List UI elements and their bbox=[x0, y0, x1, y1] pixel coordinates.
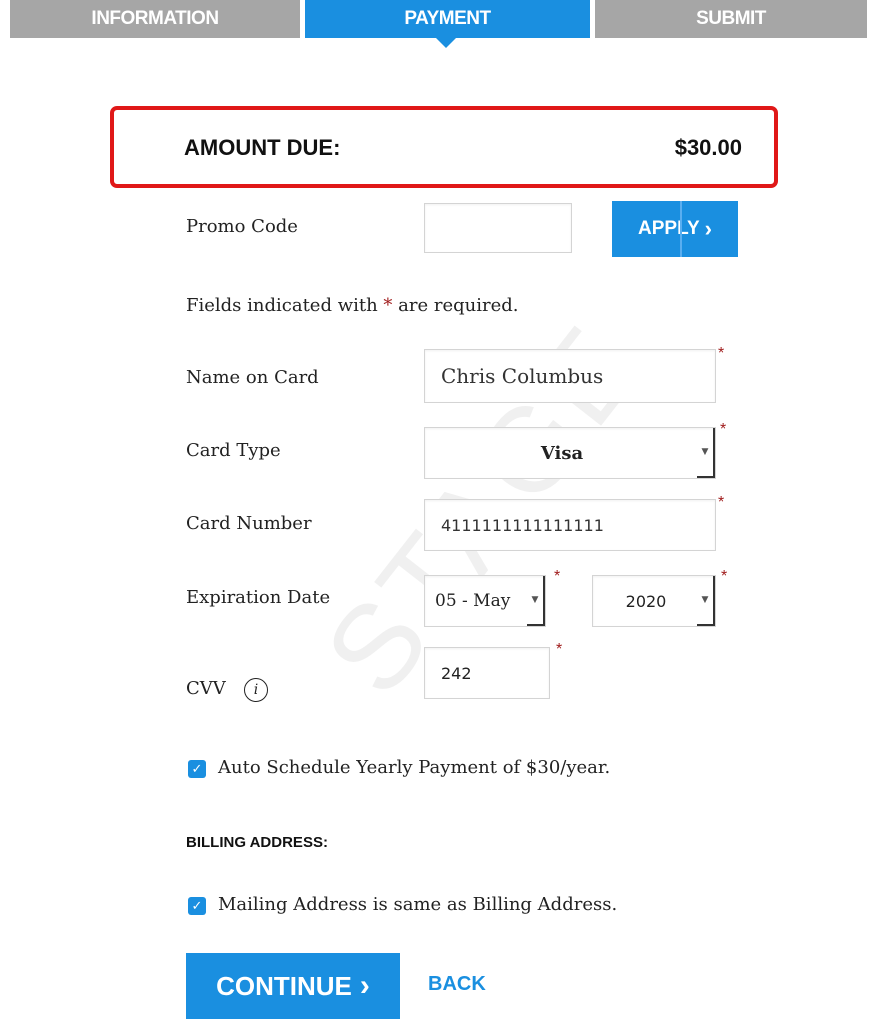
name-on-card-input[interactable]: Chris Columbus bbox=[424, 349, 716, 403]
card-type-value: Visa bbox=[540, 442, 584, 464]
cvv-value: 242 bbox=[441, 663, 472, 683]
card-number-input[interactable]: 4111111111111111 bbox=[424, 499, 716, 551]
tab-information[interactable]: INFORMATION bbox=[10, 0, 300, 38]
amount-due-box: AMOUNT DUE: $30.00 bbox=[110, 106, 778, 188]
auto-schedule-checkbox[interactable]: ✓ bbox=[188, 760, 206, 778]
expiration-year-value: 2020 bbox=[625, 591, 667, 611]
billing-address-heading: BILLING ADDRESS: bbox=[186, 834, 328, 851]
mailing-same-as-billing-checkbox[interactable]: ✓ bbox=[188, 897, 206, 915]
required-star: * bbox=[556, 641, 563, 658]
promo-code-label: Promo Code bbox=[186, 216, 298, 237]
dropdown-arrow-icon: ▼ bbox=[697, 576, 715, 626]
tab-information-label: INFORMATION bbox=[91, 8, 219, 29]
tab-submit-label: SUBMIT bbox=[696, 8, 766, 29]
expiration-month-select[interactable]: 05 - May ▼ bbox=[424, 575, 546, 627]
expiration-year-select[interactable]: 2020 ▼ bbox=[592, 575, 716, 627]
mailing-same-as-billing-label: Mailing Address is same as Billing Addre… bbox=[218, 894, 618, 915]
required-note-before: Fields indicated with bbox=[186, 295, 384, 316]
cvv-input[interactable]: 242 bbox=[424, 647, 550, 699]
card-number-label: Card Number bbox=[186, 513, 312, 534]
promo-code-input[interactable] bbox=[424, 203, 572, 253]
required-fields-note: Fields indicated with * are required. bbox=[186, 295, 518, 316]
active-tab-pointer bbox=[436, 38, 456, 48]
required-star: * bbox=[718, 494, 725, 511]
tab-payment-label: PAYMENT bbox=[404, 8, 491, 29]
required-star: * bbox=[720, 421, 727, 438]
continue-button[interactable]: CONTINUE › bbox=[186, 953, 400, 1019]
back-link[interactable]: BACK bbox=[428, 973, 486, 996]
tab-payment[interactable]: PAYMENT bbox=[305, 0, 590, 38]
dropdown-arrow-icon: ▼ bbox=[527, 576, 545, 626]
expiration-date-label: Expiration Date bbox=[186, 587, 331, 608]
auto-schedule-label: Auto Schedule Yearly Payment of $30/year… bbox=[218, 757, 611, 778]
expiration-month-value: 05 - May bbox=[435, 591, 511, 611]
required-star: * bbox=[721, 568, 728, 585]
required-star: * bbox=[718, 345, 725, 362]
dropdown-arrow-icon: ▼ bbox=[697, 428, 715, 478]
tab-submit[interactable]: SUBMIT bbox=[595, 0, 867, 38]
apply-button-divider bbox=[680, 201, 682, 257]
card-number-value: 4111111111111111 bbox=[441, 515, 604, 535]
required-star: * bbox=[554, 568, 561, 585]
required-note-after: are required. bbox=[392, 295, 519, 316]
cvv-label: CVV bbox=[186, 678, 226, 699]
continue-button-label: CONTINUE bbox=[216, 970, 352, 1001]
amount-due-value: $30.00 bbox=[674, 135, 742, 160]
amount-due-label: AMOUNT DUE: bbox=[184, 135, 341, 160]
info-icon[interactable]: i bbox=[244, 678, 268, 702]
name-on-card-label: Name on Card bbox=[186, 367, 319, 388]
chevron-right-icon: › bbox=[359, 969, 370, 1002]
card-type-select[interactable]: Visa ▼ bbox=[424, 427, 716, 479]
card-type-label: Card Type bbox=[186, 440, 281, 461]
name-on-card-value: Chris Columbus bbox=[441, 364, 604, 388]
apply-button-label: APPLY bbox=[638, 218, 700, 239]
chevron-right-icon: › bbox=[704, 216, 712, 241]
apply-promo-button[interactable]: APPLY › bbox=[612, 201, 738, 257]
